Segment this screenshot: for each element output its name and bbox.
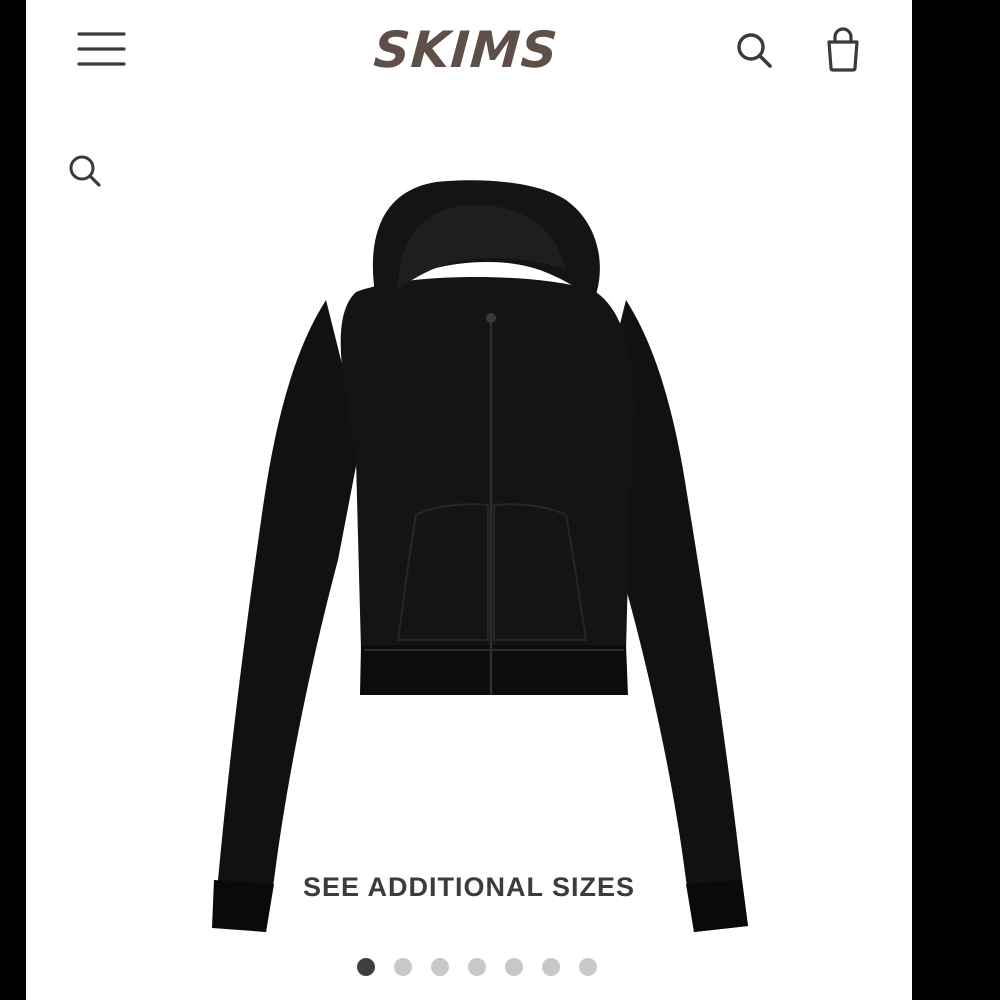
product-image[interactable] bbox=[166, 170, 766, 950]
carousel-dot[interactable] bbox=[357, 958, 375, 976]
header-search-button[interactable] bbox=[734, 30, 776, 72]
carousel-dot[interactable] bbox=[431, 958, 449, 976]
black-cropped-zip-hoodie-image bbox=[212, 180, 748, 932]
shopping-bag-icon bbox=[827, 27, 859, 72]
carousel-dot[interactable] bbox=[394, 958, 412, 976]
carousel-dot[interactable] bbox=[542, 958, 560, 976]
site-header: SKIMS bbox=[26, 0, 912, 100]
hamburger-menu-icon bbox=[77, 32, 126, 66]
carousel-dot[interactable] bbox=[579, 958, 597, 976]
see-additional-sizes-link[interactable]: SEE ADDITIONAL SIZES bbox=[26, 872, 912, 912]
brand-logo-text: SKIMS bbox=[371, 21, 561, 79]
carousel-dot[interactable] bbox=[505, 958, 523, 976]
product-page-screen: SKIMS SEE ADDITIONAL SIZES bbox=[26, 0, 912, 1000]
menu-button[interactable] bbox=[76, 28, 128, 70]
search-icon bbox=[69, 155, 101, 187]
image-zoom-search-button[interactable] bbox=[66, 152, 106, 192]
image-carousel-dots bbox=[26, 958, 912, 976]
search-icon bbox=[737, 33, 772, 68]
brand-logo[interactable]: SKIMS bbox=[326, 20, 606, 80]
carousel-dot[interactable] bbox=[468, 958, 486, 976]
shopping-bag-button[interactable] bbox=[822, 26, 864, 74]
